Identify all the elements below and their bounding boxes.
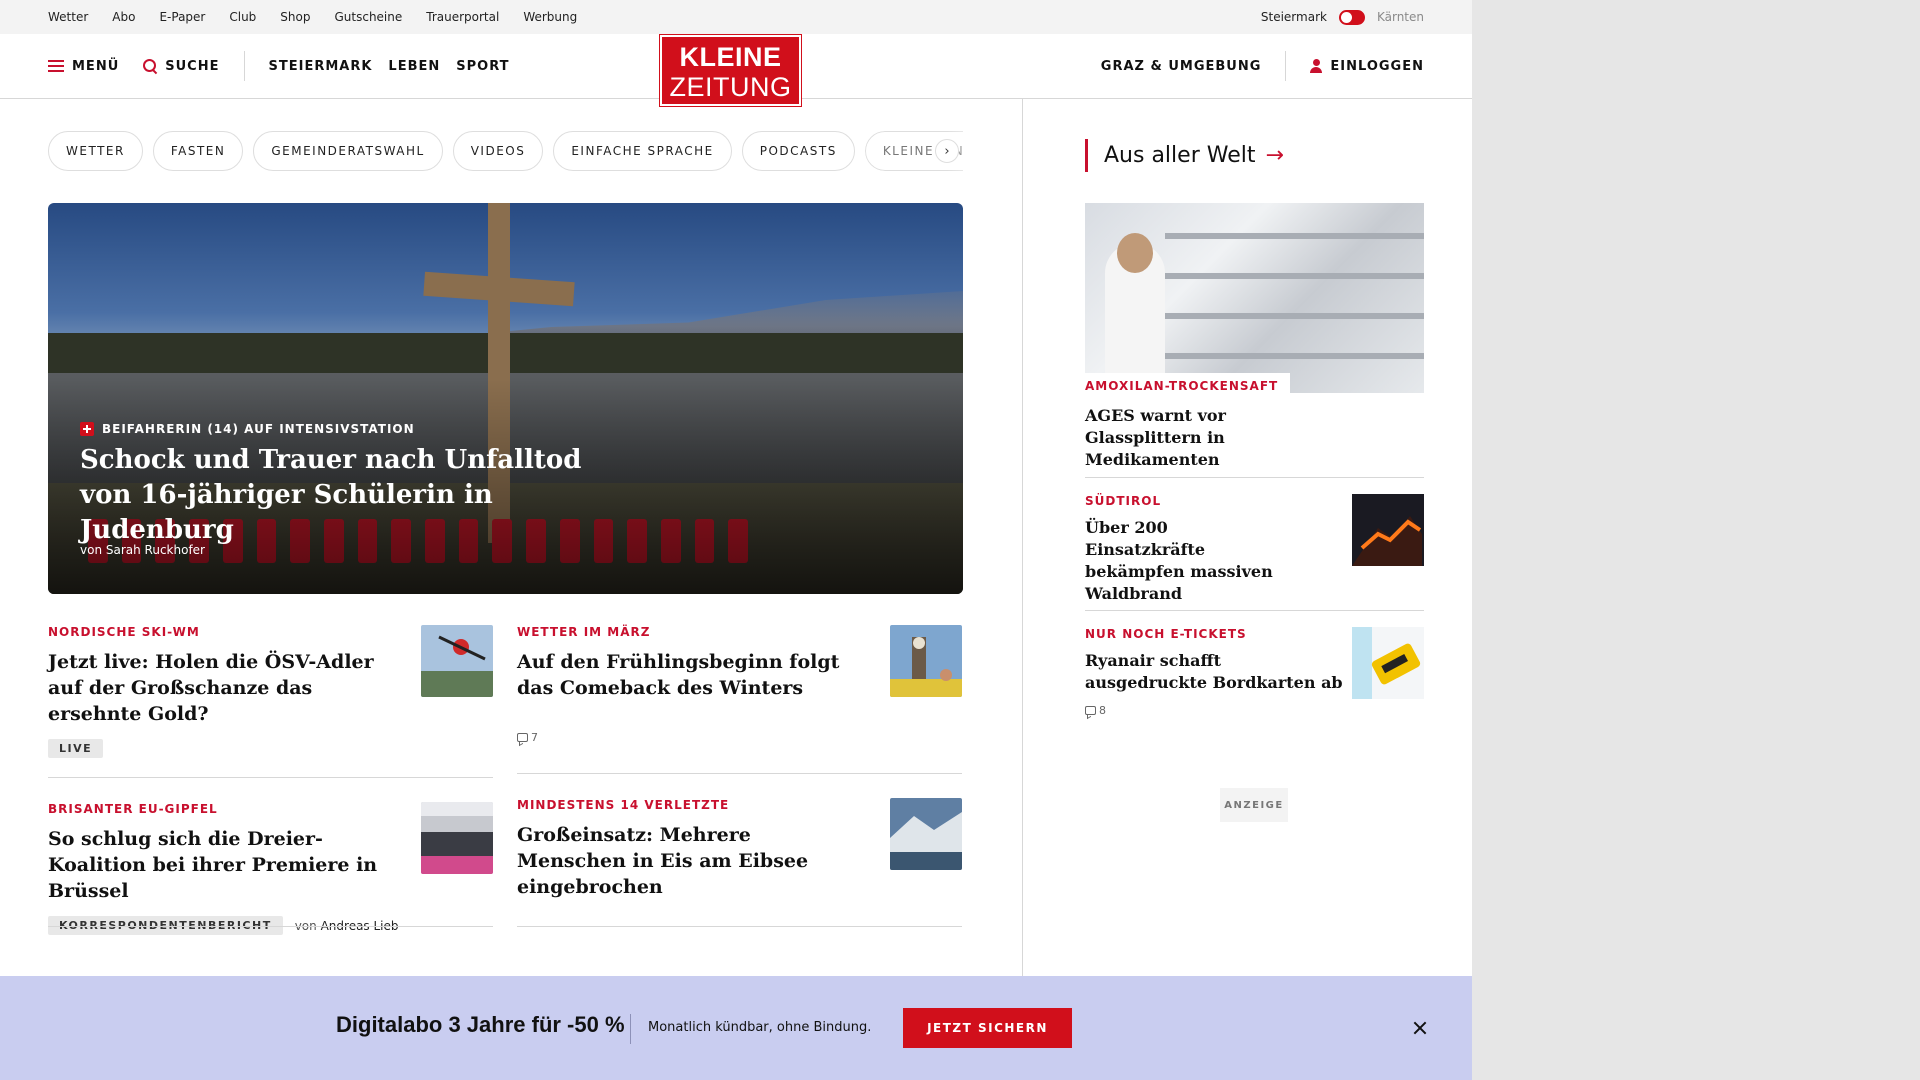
utility-link-epaper[interactable]: E-Paper <box>159 10 205 24</box>
teaser-title[interactable]: Jetzt live: Holen die ÖSV-Adler auf der … <box>48 649 388 727</box>
sidebar-lead-kicker: AMOXILAN-TROCKENSAFT <box>1085 373 1291 393</box>
utility-link-abo[interactable]: Abo <box>112 10 135 24</box>
promo-divider <box>630 1014 631 1044</box>
utility-link-club[interactable]: Club <box>229 10 256 24</box>
utility-link-trauerportal[interactable]: Trauerportal <box>426 10 499 24</box>
header-divider <box>243 51 245 81</box>
chip-wetter[interactable]: WETTER <box>48 131 143 171</box>
teaser-eu-gipfel[interactable]: BRISANTER EU-GIPFEL So schlug sich die D… <box>48 802 493 935</box>
site-logo[interactable]: KLEINE ZEITUNG <box>659 34 802 107</box>
live-badge: LIVE <box>48 739 104 758</box>
region-steiermark[interactable]: Steiermark <box>1261 10 1327 24</box>
teaser-meta: LIVE <box>48 739 493 758</box>
plus-icon <box>80 422 94 436</box>
teaser-wetter-maerz[interactable]: WETTER IM MÄRZ Auf den Frühlingsbeginn f… <box>517 625 962 744</box>
sidebar-divider <box>1085 477 1424 478</box>
region-kaernten[interactable]: Kärnten <box>1377 10 1424 24</box>
section-title-aus-aller-welt[interactable]: Aus aller Welt → <box>1085 139 1284 172</box>
close-icon[interactable] <box>1410 1018 1430 1038</box>
logo-line-1: KLEINE <box>679 42 782 72</box>
sidebar-lead-article[interactable]: AGES warnt vor Glassplittern in Medikame… <box>1085 405 1424 471</box>
topic-chips: WETTER FASTEN GEMEINDERATSWAHL VIDEOS EI… <box>48 131 963 171</box>
chip-videos[interactable]: VIDEOS <box>452 131 544 171</box>
teaser-divider <box>517 926 962 927</box>
teaser-thumbnail[interactable] <box>421 625 493 697</box>
search-icon <box>143 59 157 73</box>
sidebar-item-thumbnail[interactable] <box>1352 494 1424 566</box>
hero-article[interactable]: BEIFAHRERIN (14) AUF INTENSIVSTATION Sch… <box>48 203 963 594</box>
comment-icon <box>1085 706 1096 715</box>
menu-label: MENÜ <box>72 58 120 74</box>
section-title-text: Aus aller Welt <box>1104 143 1256 168</box>
utility-link-wetter[interactable]: Wetter <box>48 10 88 24</box>
chevron-right-icon[interactable]: › <box>935 139 959 163</box>
teaser-thumbnail[interactable] <box>890 625 962 697</box>
region-switch: Steiermark Kärnten <box>1261 0 1424 34</box>
utility-bar: Wetter Abo E-Paper Club Shop Gutscheine … <box>0 0 1472 34</box>
chip-einfache-sprache[interactable]: EINFACHE SPRACHE <box>553 131 732 171</box>
sidebar-lead-title[interactable]: AGES warnt vor Glassplittern in Medikame… <box>1085 405 1345 471</box>
utility-links: Wetter Abo E-Paper Club Shop Gutscheine … <box>48 0 577 34</box>
login-label: EINLOGGEN <box>1330 58 1424 74</box>
menu-button[interactable]: MENÜ <box>48 59 119 74</box>
teaser-title[interactable]: Auf den Frühlingsbeginn folgt das Comeba… <box>517 649 857 701</box>
utility-link-gutscheine[interactable]: Gutscheine <box>334 10 402 24</box>
chip-podcasts[interactable]: PODCASTS <box>741 131 855 171</box>
arrow-right-icon: → <box>1265 143 1284 168</box>
sidebar-item-title[interactable]: Über 200 Einsatzkräfte bekämpfen massive… <box>1085 517 1285 605</box>
teaser-thumbnail[interactable] <box>890 798 962 870</box>
toggle-knob <box>1340 11 1352 23</box>
header-right: GRAZ & UMGEBUNG EINLOGGEN <box>1101 34 1424 98</box>
login-button[interactable]: EINLOGGEN <box>1310 59 1424 74</box>
teaser-title[interactable]: So schlug sich die Dreier-Koalition bei … <box>48 826 408 904</box>
promo-cta-button[interactable]: JETZT SICHERN <box>903 1008 1072 1048</box>
teaser-divider <box>517 773 962 774</box>
sidebar-item-waldbrand[interactable]: SÜDTIROL Über 200 Einsatzkräfte bekämpfe… <box>1085 494 1424 605</box>
region-link-graz[interactable]: GRAZ & UMGEBUNG <box>1101 59 1262 74</box>
hamburger-icon <box>48 60 64 72</box>
nav-item-sport[interactable]: SPORT <box>456 59 509 74</box>
hero-kicker-text: BEIFAHRERIN (14) AUF INTENSIVSTATION <box>102 422 415 436</box>
chip-gemeinderatswahl[interactable]: GEMEINDERATSWAHL <box>253 131 443 171</box>
ad-label: ANZEIGE <box>1220 788 1288 822</box>
header-divider-right <box>1285 51 1287 81</box>
teaser-divider <box>48 777 493 778</box>
utility-link-werbung[interactable]: Werbung <box>523 10 577 24</box>
teaser-divider <box>48 926 493 927</box>
comment-icon <box>517 733 528 742</box>
sidebar-divider <box>1085 610 1424 611</box>
search-button[interactable]: SUCHE <box>143 59 219 74</box>
main-header: MENÜ SUCHE STEIERMARK LEBEN SPORT KLEINE… <box>0 34 1472 107</box>
main-nav: STEIERMARK LEBEN SPORT <box>269 59 510 74</box>
sidebar-lead-image[interactable]: AMOXILAN-TROCKENSAFT <box>1085 203 1424 393</box>
comment-count-value: 8 <box>1099 704 1106 717</box>
nav-item-steiermark[interactable]: STEIERMARK <box>269 59 373 74</box>
sidebar-item-ryanair[interactable]: NUR NOCH E-TICKETS Ryanair schafft ausge… <box>1085 627 1424 717</box>
header-left: MENÜ SUCHE STEIERMARK LEBEN SPORT <box>48 34 510 98</box>
comment-count[interactable]: 7 <box>517 731 962 744</box>
logo-line-2: ZEITUNG <box>669 72 792 102</box>
user-icon <box>1310 59 1323 73</box>
promo-title: Digitalabo 3 Jahre für -50 % <box>336 1012 625 1037</box>
hero-byline: von Sarah Ruckhofer <box>80 543 205 557</box>
promo-subtitle: Monatlich kündbar, ohne Bindung. <box>648 1020 872 1035</box>
hero-kicker: BEIFAHRERIN (14) AUF INTENSIVSTATION <box>80 422 415 436</box>
region-toggle[interactable] <box>1338 9 1365 25</box>
teaser-eibsee[interactable]: MINDESTENS 14 VERLETZTE Großeinsatz: Meh… <box>517 798 962 900</box>
promo-banner: Digitalabo 3 Jahre für -50 % Monatlich k… <box>0 976 1472 1080</box>
comment-count-value: 7 <box>531 731 538 744</box>
page: Wetter Abo E-Paper Club Shop Gutscheine … <box>0 0 1472 1080</box>
chip-fasten[interactable]: FASTEN <box>152 131 244 171</box>
teaser-ski-wm[interactable]: NORDISCHE SKI-WM Jetzt live: Holen die Ö… <box>48 625 493 758</box>
sidebar-item-thumbnail[interactable] <box>1352 627 1424 699</box>
hero-title[interactable]: Schock und Trauer nach Unfalltod von 16-… <box>80 443 640 548</box>
utility-link-shop[interactable]: Shop <box>280 10 310 24</box>
nav-item-leben[interactable]: LEBEN <box>388 59 440 74</box>
sidebar-item-title[interactable]: Ryanair schafft ausgedruckte Bordkarten … <box>1085 650 1345 694</box>
column-divider <box>1022 99 1023 979</box>
teaser-title[interactable]: Großeinsatz: Mehrere Menschen in Eis am … <box>517 822 857 900</box>
teaser-thumbnail[interactable] <box>421 802 493 874</box>
comment-count[interactable]: 8 <box>1085 704 1424 717</box>
search-label: SUCHE <box>165 58 220 74</box>
